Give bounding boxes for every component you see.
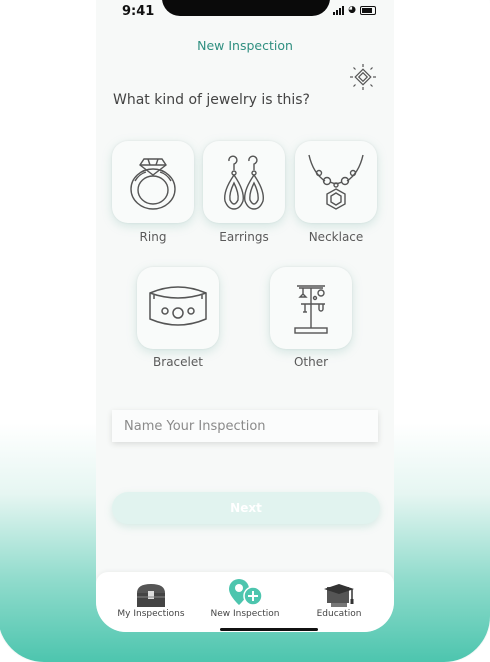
earrings-option[interactable]	[203, 141, 285, 223]
tab-label-my-inspections: My Inspections	[117, 609, 185, 619]
ring-label: Ring	[139, 230, 167, 244]
bracelet-icon	[149, 286, 207, 326]
sparkle-gem-icon	[350, 64, 376, 90]
tab-new-inspection[interactable]: New Inspection	[195, 572, 295, 622]
battery-icon	[360, 6, 376, 15]
bracelet-label: Bracelet	[153, 355, 203, 369]
question-text: What kind of jewelry is this?	[113, 92, 310, 108]
app-screen: 9:41 ◕ New Inspection What kind of jewel…	[96, 0, 394, 632]
status-time: 9:41	[122, 4, 155, 19]
page-title: New Inspection	[197, 38, 293, 53]
ring-icon	[130, 158, 176, 210]
earrings-icon	[224, 155, 264, 210]
tab-label-new-inspection: New Inspection	[210, 609, 280, 619]
add-location-icon	[229, 579, 263, 606]
ring-option[interactable]	[112, 141, 194, 223]
tab-my-inspections[interactable]: My Inspections	[101, 572, 201, 622]
other-option[interactable]	[270, 267, 352, 349]
necklace-icon	[308, 154, 364, 210]
status-icons: ◕	[333, 6, 376, 15]
graduation-cap-icon	[324, 584, 354, 607]
inspection-name-input[interactable]	[112, 410, 378, 442]
cellular-signal-icon	[333, 6, 345, 15]
other-label: Other	[293, 355, 329, 369]
necklace-option[interactable]	[295, 141, 377, 223]
wifi-icon: ◕	[348, 5, 356, 15]
bracelet-option[interactable]	[137, 267, 219, 349]
jewelry-stand-icon	[294, 285, 328, 334]
gem-icon-button[interactable]	[348, 62, 378, 92]
device-notch	[162, 0, 330, 16]
necklace-label: Necklace	[308, 230, 364, 244]
earrings-label: Earrings	[219, 230, 269, 244]
tab-education[interactable]: Education	[289, 572, 389, 622]
home-indicator	[220, 628, 318, 631]
tab-bar: My Inspections New Inspection Education	[96, 572, 394, 632]
tab-label-education: Education	[316, 609, 362, 619]
next-button[interactable]: Next	[112, 492, 380, 524]
treasure-chest-icon	[137, 584, 165, 607]
